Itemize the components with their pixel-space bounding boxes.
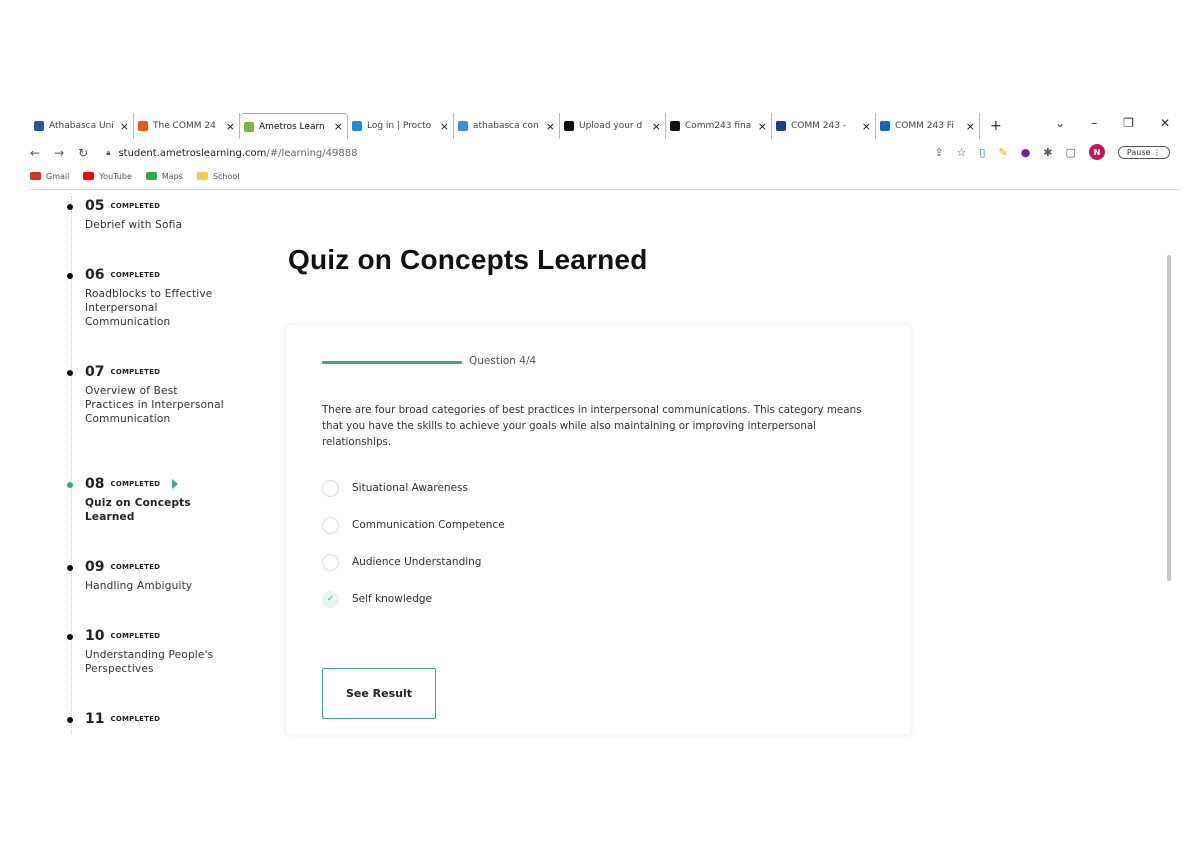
site-favicon-icon	[880, 121, 890, 131]
address-bar-row: ← → ↻ 🔒︎ student.ametroslearning.com/#/l…	[30, 142, 1180, 164]
profile-avatar[interactable]: N	[1088, 144, 1105, 160]
lesson-title: Debrief with Sofia	[85, 219, 183, 231]
extension-icon[interactable]: ●	[1021, 146, 1031, 159]
browser-tab[interactable]: Athabasca Uni ×	[30, 113, 134, 139]
lesson-title: Handling Ambiguity	[85, 580, 193, 592]
browser-tab[interactable]: COMM 243 Fi ×	[876, 113, 980, 139]
restore-icon[interactable]: ❐	[1123, 116, 1134, 130]
site-favicon-icon	[352, 121, 362, 131]
browser-tab[interactable]: COMM 243 - ×	[772, 113, 876, 139]
divider	[30, 189, 1180, 190]
bookmark-school[interactable]: School	[196, 172, 240, 181]
site-favicon-icon	[138, 121, 148, 131]
window-controls: ⌄ – ❐ ✕	[1055, 116, 1170, 130]
close-window-icon[interactable]: ✕	[1160, 116, 1170, 130]
close-tab-icon[interactable]: ×	[440, 120, 449, 133]
browser-tab[interactable]: Log in | Procto ×	[348, 113, 454, 139]
gmail-icon	[30, 172, 41, 180]
browser-tab[interactable]: Comm243 fina ×	[666, 113, 772, 139]
quiz-card: Question 4/4 There are four broad catego…	[286, 325, 910, 734]
bookmark-youtube[interactable]: YouTube	[83, 172, 132, 181]
close-tab-icon[interactable]: ×	[226, 120, 235, 133]
answer-option[interactable]: Situational Awareness	[322, 479, 468, 497]
extensions-puzzle-icon[interactable]: ✱	[1043, 146, 1052, 159]
lesson-dot-icon	[67, 634, 73, 640]
close-tab-icon[interactable]: ×	[758, 120, 767, 133]
folder-icon	[196, 172, 208, 180]
lesson-title: Quiz on Concepts Learned	[85, 497, 191, 523]
close-tab-icon[interactable]: ×	[966, 120, 975, 133]
new-tab-button[interactable]: +	[990, 118, 1002, 134]
forward-icon[interactable]: →	[54, 146, 64, 160]
radio-button[interactable]	[322, 479, 339, 497]
play-icon	[172, 479, 179, 489]
url-field[interactable]: 🔒︎ student.ametroslearning.com/#/learnin…	[106, 148, 357, 159]
bookmark-maps[interactable]: Maps	[145, 172, 183, 181]
radio-button[interactable]	[322, 516, 339, 534]
minimize-icon[interactable]: –	[1091, 116, 1097, 130]
close-tab-icon[interactable]: ×	[546, 120, 555, 133]
browser-chrome: Athabasca Uni × The COMM 24 × Ametros Le…	[30, 112, 1180, 190]
browser-tab-active[interactable]: Ametros Learn ×	[240, 113, 348, 139]
site-favicon-icon	[776, 121, 786, 131]
browser-tab[interactable]: athabasca con ×	[454, 113, 560, 139]
browser-tab[interactable]: The COMM 24 ×	[134, 113, 240, 139]
site-favicon-icon	[34, 121, 44, 131]
side-panel-icon[interactable]: ▢	[1066, 146, 1076, 159]
lesson-title: Roadblocks to Effective Interpersonal Co…	[85, 288, 213, 328]
answer-option-selected[interactable]: ✓ Self knowledge	[322, 590, 432, 608]
close-tab-icon[interactable]: ×	[862, 120, 871, 133]
lesson-dot-icon	[67, 273, 73, 279]
answer-option[interactable]: Audience Understanding	[322, 553, 481, 571]
toolbar-icons: ⇪ ☆ ▯ ✎ ● ✱ ▢ N Pause ⋮	[934, 144, 1170, 160]
site-favicon-icon	[670, 121, 680, 131]
page-scrollbar[interactable]	[1167, 255, 1171, 581]
lesson-sidebar: 05 COMPLETED Debrief with Sofia 06 COMPLET…	[60, 196, 230, 734]
lesson-dot-icon	[67, 370, 73, 376]
close-tab-icon[interactable]: ×	[652, 120, 661, 133]
bookmark-gmail[interactable]: Gmail	[30, 172, 69, 181]
bookmarks-bar: Gmail YouTube Maps School	[30, 168, 240, 184]
close-tab-icon[interactable]: ×	[334, 120, 343, 133]
radio-button[interactable]	[322, 553, 339, 571]
browser-tab[interactable]: Upload your d ×	[560, 113, 666, 139]
lesson-dot-icon	[67, 717, 73, 723]
lesson-dot-icon	[67, 204, 73, 210]
progress-label: Question 4/4	[469, 355, 537, 367]
back-icon[interactable]: ←	[30, 146, 40, 160]
see-result-button[interactable]: See Result	[322, 668, 436, 719]
radio-button-checked[interactable]: ✓	[322, 590, 339, 608]
progress-bar	[322, 361, 462, 364]
share-icon[interactable]: ⇪	[934, 146, 943, 159]
paused-button[interactable]: Pause ⋮	[1117, 145, 1170, 159]
site-favicon-icon	[244, 121, 254, 132]
extension-icon[interactable]: ▯	[979, 146, 985, 159]
chevron-down-icon[interactable]: ⌄	[1055, 116, 1065, 130]
lesson-dot-icon	[67, 482, 73, 488]
lesson-title: Overview of Best Practices in Interperso…	[85, 385, 224, 425]
site-favicon-icon	[564, 121, 574, 131]
youtube-icon	[83, 172, 95, 180]
lesson-title: Understanding People's Perspectives	[85, 649, 214, 675]
tab-bar: Athabasca Uni × The COMM 24 × Ametros Le…	[30, 112, 1180, 140]
lesson-dot-icon	[67, 565, 73, 571]
pen-extension-icon[interactable]: ✎	[998, 146, 1007, 159]
answer-option[interactable]: Communication Competence	[322, 516, 505, 534]
page-title: Quiz on Concepts Learned	[288, 244, 648, 275]
question-text: There are four broad categories of best …	[322, 404, 862, 448]
bookmark-star-icon[interactable]: ☆	[957, 146, 967, 159]
maps-icon	[145, 172, 157, 180]
checkmark-icon: ✓	[326, 594, 335, 604]
reload-icon[interactable]: ↻	[78, 146, 88, 160]
close-tab-icon[interactable]: ×	[120, 120, 129, 133]
site-favicon-icon	[458, 121, 468, 131]
lock-icon: 🔒︎	[106, 148, 111, 157]
